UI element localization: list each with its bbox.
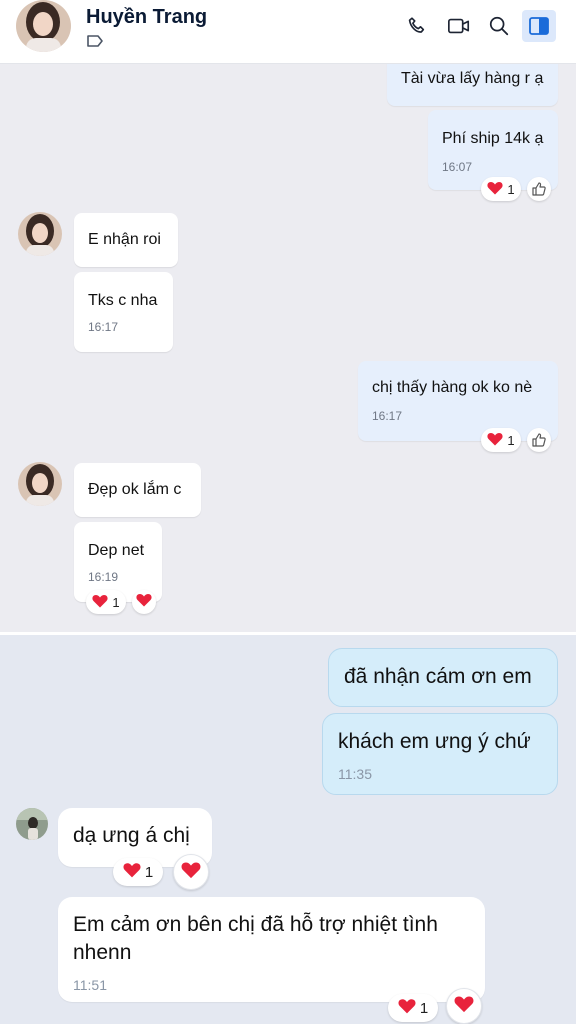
heart-icon (398, 998, 416, 1018)
message-bubble-incoming[interactable]: Em cảm ơn bên chị đã hỗ trợ nhiệt tình n… (58, 897, 485, 1002)
message-time: 16:07 (442, 160, 473, 174)
message-time: 11:35 (338, 766, 372, 782)
phone-icon[interactable] (400, 10, 434, 42)
message-bubble-incoming[interactable]: Tks c nha 16:17 (74, 272, 173, 352)
message-text-line: nhenn (73, 941, 132, 964)
heart-icon (454, 995, 474, 1018)
contact-avatar[interactable] (16, 0, 71, 52)
heart-icon (487, 432, 503, 449)
reaction-summary[interactable]: 1 (86, 590, 126, 614)
heart-react-button[interactable] (446, 988, 482, 1024)
heart-icon (181, 861, 201, 884)
message-text: dạ ưng á chị (73, 824, 190, 847)
message-text-line: Em cảm ơn bên chị đã hỗ trợ nhiệt tình (73, 913, 438, 936)
like-icon[interactable] (527, 428, 551, 452)
message-bubble-incoming[interactable]: Đẹp ok lắm c (74, 463, 201, 517)
reaction-summary[interactable]: 1 (481, 177, 521, 201)
reaction-summary[interactable]: 1 (113, 858, 163, 886)
label-tag-icon[interactable] (86, 34, 104, 53)
heart-icon (487, 181, 503, 198)
message-text: Dep net (88, 542, 145, 559)
message-bubble-incoming[interactable]: E nhận roi (74, 213, 178, 267)
message-text: khách em ưng ý chứ (338, 730, 531, 753)
contact-avatar-small[interactable] (18, 212, 62, 256)
message-text: chị thấy hàng ok ko nè (372, 379, 533, 396)
heart-icon (136, 593, 152, 612)
message-text: Tài vừa lấy hàng r ạ (401, 70, 544, 87)
message-list-bottom[interactable]: đã nhận cám ơn em khách em ưng ý chứ 11:… (0, 635, 576, 1024)
contact-avatar-small[interactable] (18, 462, 62, 506)
reaction-summary[interactable]: 1 (388, 994, 438, 1022)
message-text: Phí ship 14k ạ (442, 130, 544, 147)
reaction-count: 1 (419, 999, 429, 1017)
message-bubble-outgoing[interactable]: Tài vừa lấy hàng r ạ (387, 64, 558, 106)
reaction-count: 1 (112, 594, 120, 610)
reaction-count: 1 (144, 863, 154, 881)
message-list-top[interactable]: Tài vừa lấy hàng r ạ Phí ship 14k ạ 16:0… (0, 64, 576, 632)
message-text: Đẹp ok lắm c (88, 481, 182, 498)
message-time: 11:51 (73, 977, 107, 993)
message-time: 16:17 (88, 320, 119, 334)
message-text: đã nhận cám ơn em (344, 665, 532, 688)
reaction-count: 1 (507, 432, 515, 448)
like-icon[interactable] (527, 177, 551, 201)
sidebar-toggle-icon[interactable] (522, 10, 556, 42)
message-bubble-outgoing[interactable]: khách em ưng ý chứ 11:35 (322, 713, 558, 795)
search-icon[interactable] (482, 10, 516, 42)
heart-icon (92, 594, 108, 611)
message-text: Tks c nha (88, 292, 158, 309)
contact-name[interactable]: Huyền Trang (86, 6, 207, 29)
reaction-summary[interactable]: 1 (481, 428, 521, 452)
message-bubble-outgoing[interactable]: chị thấy hàng ok ko nè 16:17 (358, 361, 558, 441)
reaction-count: 1 (507, 181, 515, 197)
message-time: 16:17 (372, 409, 403, 423)
heart-icon (123, 862, 141, 882)
message-time: 16:19 (88, 570, 119, 584)
contact-avatar-small[interactable] (16, 808, 48, 840)
chat-header: Huyền Trang (0, 0, 576, 64)
video-call-icon[interactable] (442, 10, 476, 42)
heart-react-button[interactable] (132, 590, 156, 614)
message-bubble-outgoing[interactable]: đã nhận cám ơn em (328, 648, 558, 707)
message-text: E nhận roi (88, 231, 161, 248)
heart-react-button[interactable] (173, 854, 209, 890)
